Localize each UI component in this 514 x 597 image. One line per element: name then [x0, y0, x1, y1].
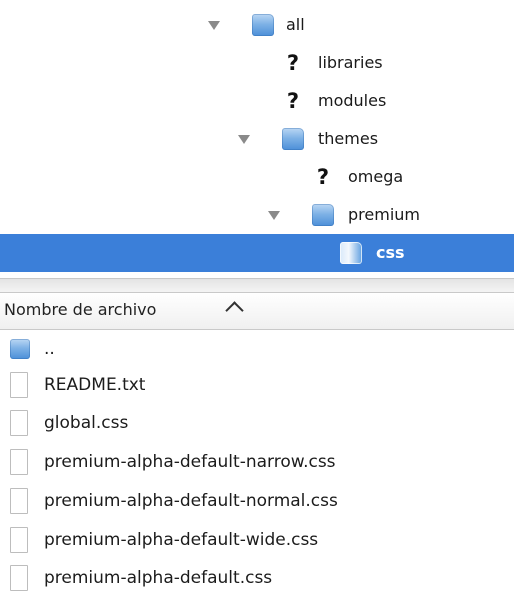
- document-icon: [10, 372, 28, 398]
- file-name: premium-alpha-default-narrow.css: [44, 452, 336, 472]
- list-item[interactable]: premium-alpha-default-normal.css: [0, 482, 514, 520]
- document-icon: [10, 565, 28, 591]
- tree-item-modules[interactable]: ? modules: [0, 82, 514, 120]
- column-header-name[interactable]: Nombre de archivo: [0, 292, 514, 330]
- disclosure-triangle-icon[interactable]: [238, 135, 250, 144]
- document-icon: [10, 410, 28, 436]
- folder-tree: all ? libraries ? modules themes ? omega…: [0, 0, 514, 280]
- file-name: global.css: [44, 413, 129, 433]
- tree-item-label: omega: [348, 167, 404, 186]
- folder-icon: [282, 128, 304, 150]
- tree-item-all[interactable]: all: [0, 6, 514, 44]
- tree-item-label: themes: [318, 129, 379, 148]
- file-name: premium-alpha-default.css: [44, 568, 273, 588]
- tree-item-label: libraries: [318, 53, 383, 72]
- tree-item-label: modules: [318, 91, 387, 110]
- document-icon: [10, 449, 28, 475]
- list-item[interactable]: premium-alpha-default-narrow.css: [0, 443, 514, 481]
- document-icon: [10, 527, 28, 553]
- tree-item-css[interactable]: css: [0, 234, 514, 272]
- document-icon: [10, 488, 28, 514]
- list-item-parent[interactable]: ..: [0, 330, 514, 368]
- tree-item-label: all: [286, 15, 305, 34]
- question-mark-icon: ?: [286, 89, 300, 113]
- tree-item-themes[interactable]: themes: [0, 120, 514, 158]
- sort-ascending-icon: [225, 301, 244, 320]
- list-item[interactable]: premium-alpha-default.css: [0, 559, 514, 597]
- folder-icon: [252, 14, 274, 36]
- open-folder-icon: [340, 242, 362, 264]
- file-name: README.txt: [44, 375, 146, 395]
- tree-item-label: css: [376, 243, 405, 262]
- folder-icon: [10, 339, 30, 359]
- file-name: premium-alpha-default-wide.css: [44, 530, 319, 550]
- list-item[interactable]: README.txt: [0, 366, 514, 404]
- folder-icon: [312, 204, 334, 226]
- file-name: ..: [44, 339, 55, 359]
- question-mark-icon: ?: [316, 165, 330, 189]
- file-name: premium-alpha-default-normal.css: [44, 491, 338, 511]
- disclosure-triangle-icon[interactable]: [208, 21, 220, 30]
- question-mark-icon: ?: [286, 51, 300, 75]
- tree-item-label: premium: [348, 205, 420, 224]
- tree-item-premium[interactable]: premium: [0, 196, 514, 234]
- disclosure-triangle-icon[interactable]: [268, 211, 280, 220]
- pane-splitter[interactable]: [0, 278, 514, 293]
- tree-item-libraries[interactable]: ? libraries: [0, 44, 514, 82]
- list-item[interactable]: premium-alpha-default-wide.css: [0, 521, 514, 559]
- list-item[interactable]: global.css: [0, 404, 514, 442]
- tree-item-omega[interactable]: ? omega: [0, 158, 514, 196]
- column-header-label: Nombre de archivo: [4, 300, 157, 319]
